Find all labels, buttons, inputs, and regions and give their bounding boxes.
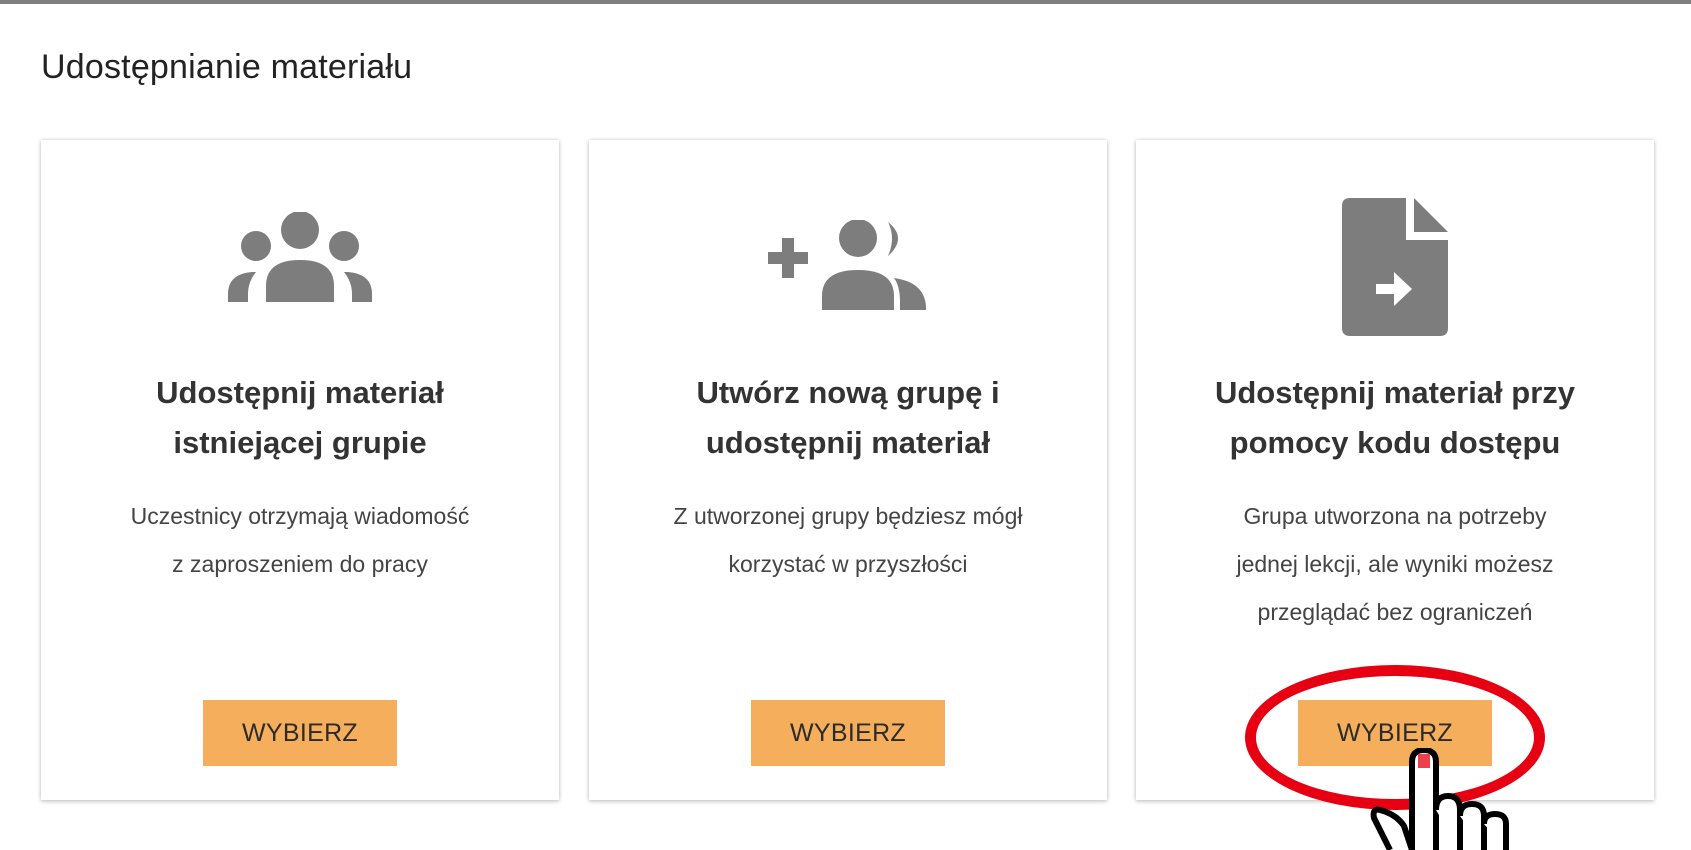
card-description-line: jednej lekcji, ale wyniki możesz: [1236, 551, 1554, 577]
users-group-icon: [228, 212, 372, 302]
card-title-line: pomocy kodu dostępu: [1229, 425, 1561, 460]
card-title-line: Utwórz nową grupę i: [696, 375, 1000, 410]
card-description: Z utworzonej grupy będziesz mógł korzyst…: [617, 492, 1079, 588]
share-by-access-code-card: Udostępnij materiał przy pomocy kodu dos…: [1136, 140, 1654, 800]
share-existing-group-card: Udostępnij materiał istniejącej grupie U…: [41, 140, 559, 800]
card-title-line: Udostępnij materiał: [156, 375, 444, 410]
choose-button-existing-group[interactable]: WYBIERZ: [203, 700, 397, 766]
choose-button-access-code[interactable]: WYBIERZ: [1298, 700, 1492, 766]
card-description: Grupa utworzona na potrzeby jednej lekcj…: [1164, 492, 1626, 636]
card-description-line: z zaproszeniem do pracy: [172, 551, 428, 577]
card-description-line: korzystać w przyszłości: [728, 551, 968, 577]
add-users-icon: [768, 220, 926, 310]
card-title: Udostępnij materiał istniejącej grupie: [61, 368, 539, 468]
card-description: Uczestnicy otrzymają wiadomość z zaprosz…: [69, 492, 531, 588]
card-description-line: Uczestnicy otrzymają wiadomość: [130, 503, 470, 529]
choose-button-new-group[interactable]: WYBIERZ: [751, 700, 945, 766]
card-title-line: istniejącej grupie: [173, 425, 427, 460]
card-title-line: udostępnij materiał: [705, 425, 991, 460]
card-title: Udostępnij materiał przy pomocy kodu dos…: [1156, 368, 1634, 468]
card-title-line: Udostępnij materiał przy: [1214, 375, 1576, 410]
top-border: [0, 0, 1691, 4]
card-description-line: Grupa utworzona na potrzeby: [1243, 503, 1547, 529]
file-export-icon: [1342, 198, 1448, 336]
create-new-group-card: Utwórz nową grupę i udostępnij materiał …: [589, 140, 1107, 800]
page-title: Udostępnianie materiału: [41, 48, 413, 86]
card-description-line: Z utworzonej grupy będziesz mógł: [673, 503, 1023, 529]
card-description-line: przeglądać bez ograniczeń: [1257, 599, 1533, 625]
card-title: Utwórz nową grupę i udostępnij materiał: [609, 368, 1087, 468]
